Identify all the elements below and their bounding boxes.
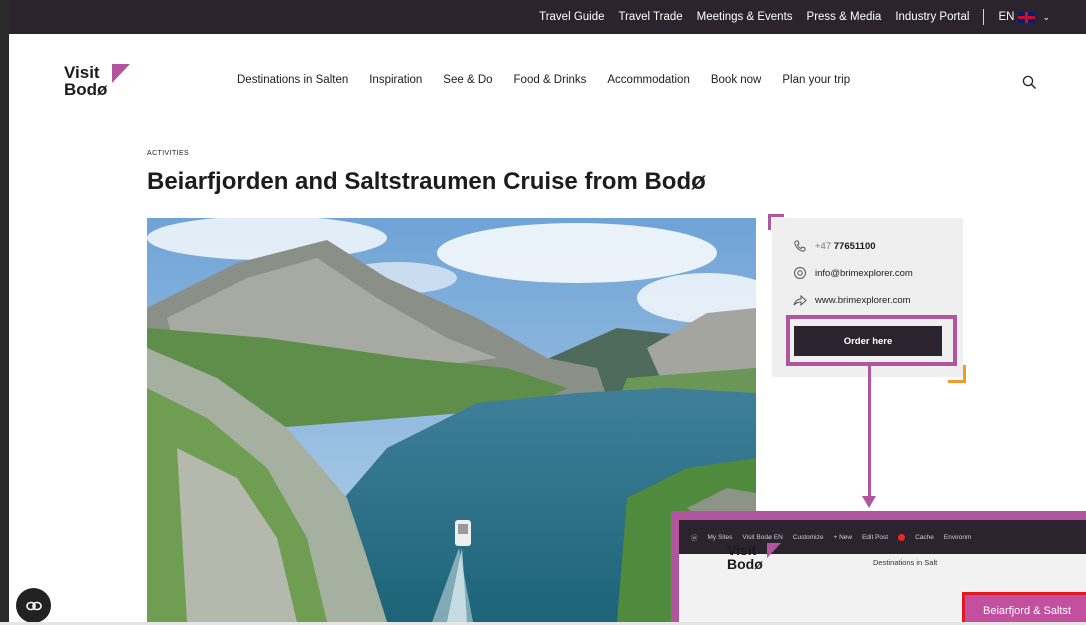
link-chain-icon — [25, 601, 42, 610]
nav-accommodation[interactable]: Accommodation — [607, 74, 689, 86]
order-here-button[interactable]: Order here — [794, 326, 942, 356]
email-address: info@brimexplorer.com — [815, 267, 913, 279]
contact-email[interactable]: info@brimexplorer.com — [793, 266, 913, 280]
wordpress-icon: ⓦ — [691, 535, 698, 542]
at-icon — [794, 267, 806, 279]
link-meetings-events[interactable]: Meetings & Events — [697, 11, 793, 23]
search-icon[interactable] — [1022, 75, 1037, 90]
callout-arrow-line — [868, 366, 871, 498]
callout-arrow-head — [862, 496, 876, 508]
inset-logo-flag-mark — [767, 543, 781, 558]
utility-bar: Travel Guide Travel Trade Meetings & Eve… — [9, 0, 1086, 34]
nav-book-now[interactable]: Book now — [711, 74, 762, 86]
hero-fjord-image — [147, 218, 756, 622]
phone-number: 77651100 — [833, 240, 876, 252]
status-dot-icon — [898, 533, 906, 541]
website-url: www.brimexplorer.com — [815, 294, 911, 306]
contact-website[interactable]: www.brimexplorer.com — [793, 293, 911, 307]
logo-word-bodo: Bodø — [64, 80, 108, 99]
divider — [983, 9, 985, 25]
chevron-down-icon: ⌄ — [1042, 11, 1050, 22]
contact-phone[interactable]: +47 77651100 — [793, 239, 876, 253]
window-edge — [0, 0, 9, 625]
corner-accent-top — [768, 214, 784, 230]
admin-site-name: Visit Bodø EN — [742, 533, 783, 541]
nav-plan-trip[interactable]: Plan your trip — [782, 74, 850, 86]
link-travel-guide[interactable]: Travel Guide — [539, 11, 604, 23]
inset-title-banner: Beiarfjord & Saltst — [962, 592, 1086, 625]
inset-screenshot: ⓦ My Sites Visit Bodø EN Customize + New… — [671, 511, 1086, 625]
inset-logo-word-bodo: Bodø — [727, 556, 763, 572]
site-logo[interactable]: Visit Bodø — [64, 64, 134, 104]
article-category: ACTIVITIES — [147, 150, 190, 157]
logo-flag-mark — [112, 64, 130, 83]
phone-prefix: +47 — [815, 240, 832, 252]
share-arrow-icon — [793, 294, 807, 307]
inset-logo: Visit Bodø — [727, 542, 781, 572]
admin-environment: Environm — [943, 533, 972, 541]
language-code: EN — [998, 11, 1015, 23]
admin-new: + New — [833, 533, 853, 541]
admin-edit-post: Edit Post — [862, 533, 889, 541]
link-travel-trade[interactable]: Travel Trade — [619, 11, 683, 23]
inset-logo-word-visit: Visit — [727, 542, 757, 558]
link-press-media[interactable]: Press & Media — [807, 11, 882, 23]
main-navigation: Destinations in Salten Inspiration See &… — [237, 74, 850, 86]
nav-food-drinks[interactable]: Food & Drinks — [514, 74, 587, 86]
nav-destinations[interactable]: Destinations in Salten — [237, 74, 348, 86]
admin-my-sites: My Sites — [707, 533, 733, 541]
inset-nav-item: Destinations in Salt — [873, 558, 938, 567]
page-title: Beiarfjorden and Saltstraumen Cruise fro… — [147, 168, 706, 195]
admin-customize: Customize — [792, 533, 824, 541]
link-industry-portal[interactable]: Industry Portal — [895, 11, 969, 23]
corner-accent-bottom — [948, 365, 966, 383]
admin-cache: Cache — [915, 533, 934, 541]
nav-inspiration[interactable]: Inspiration — [369, 74, 422, 86]
language-selector[interactable]: EN ⌄ — [998, 11, 1050, 23]
accessibility-button[interactable] — [16, 588, 51, 623]
phone-icon — [794, 240, 806, 252]
nav-see-do[interactable]: See & Do — [443, 74, 492, 86]
uk-flag-icon — [1018, 11, 1036, 23]
